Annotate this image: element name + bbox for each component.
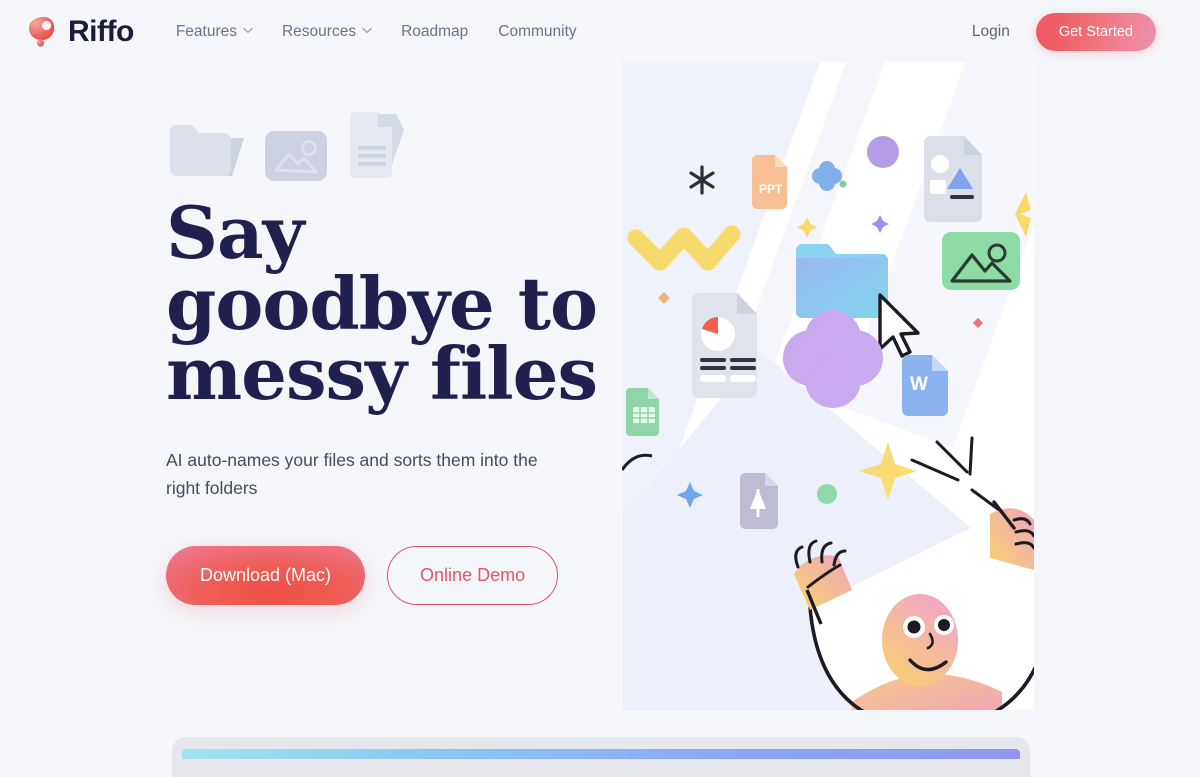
brand-logo[interactable]: Riffo [24,13,134,51]
hero-files-illustration: PPT W [622,62,1034,710]
nav-item-community[interactable]: Community [498,23,576,41]
nav-links: Features Resources Roadmap Community [176,23,577,41]
purple-circle [867,136,899,168]
nav-item-resources-label: Resources [281,23,357,40]
image-icon [264,130,328,182]
blue-clover-shape [812,161,842,191]
app-preview-panel[interactable] [172,737,1030,777]
svg-text:W: W [910,374,928,395]
top-navigation-bar: Riffo Features Resources Roadmap Communi… [0,0,1200,64]
chevron-down-icon [362,27,372,36]
page-title: Say goodbye to messy files [166,197,606,410]
folder-icon [166,120,248,182]
document-icon [344,110,406,182]
nav-item-features-label: Features [175,23,237,40]
curve-stroke [622,453,653,471]
yellow-sparkle [796,217,818,238]
online-demo-button[interactable]: Online Demo [387,546,559,606]
green-sheet-icon [626,388,659,436]
mouse-cursor-icon [878,293,920,358]
svg-text:PPT: PPT [759,182,783,196]
app-preview-strip [182,749,1020,759]
hero-text-column: Say goodbye to messy files AI auto-names… [166,104,606,606]
download-mac-button[interactable]: Download (Mac) [166,546,366,606]
character-illustration [794,496,1034,710]
yellow-sparkle [1015,192,1031,237]
purple-sparkle [871,215,889,233]
nav-item-resources[interactable]: Resources [281,23,372,41]
nav-item-roadmap-label: Roadmap [401,23,469,40]
hero-decorative-file-icons [166,104,606,182]
login-link[interactable]: Login [972,23,1010,41]
image-document-icon [924,136,982,222]
headline-line-3: messy files [166,331,598,417]
hero-subheadline: AI auto-names your files and sorts them … [166,449,538,498]
brand-name: Riffo [68,15,134,48]
pie-chart-document-icon [692,293,757,398]
character-face [882,594,958,686]
hero-cta-row: Download (Mac) Online Demo [166,546,606,606]
green-image-card-icon [942,232,1020,290]
yellow-zigzag [627,225,741,271]
green-dot [839,180,847,188]
chevron-down-icon [243,27,253,36]
yellow-sparkle [859,442,917,500]
blue-folder-icon [796,244,888,318]
green-dot [817,484,837,504]
blue-sparkle [677,482,703,508]
orange-diamond [658,292,670,304]
purple-clover-shape [783,310,883,408]
ppt-file-icon: PPT [752,155,787,209]
illustration-canvas: PPT W [622,136,1034,710]
word-file-icon: W [902,355,948,416]
nav-item-community-label: Community [498,23,577,40]
red-diamond [973,318,983,328]
asterisk-glyph [689,165,715,195]
get-started-button[interactable]: Get Started [1035,13,1156,51]
riffo-blob-logo-icon [24,13,62,51]
nav-item-features[interactable]: Features [175,23,253,41]
nav-item-roadmap[interactable]: Roadmap [401,23,468,41]
pdf-file-icon [740,473,778,529]
nav-actions: Login Get Started [972,13,1176,51]
